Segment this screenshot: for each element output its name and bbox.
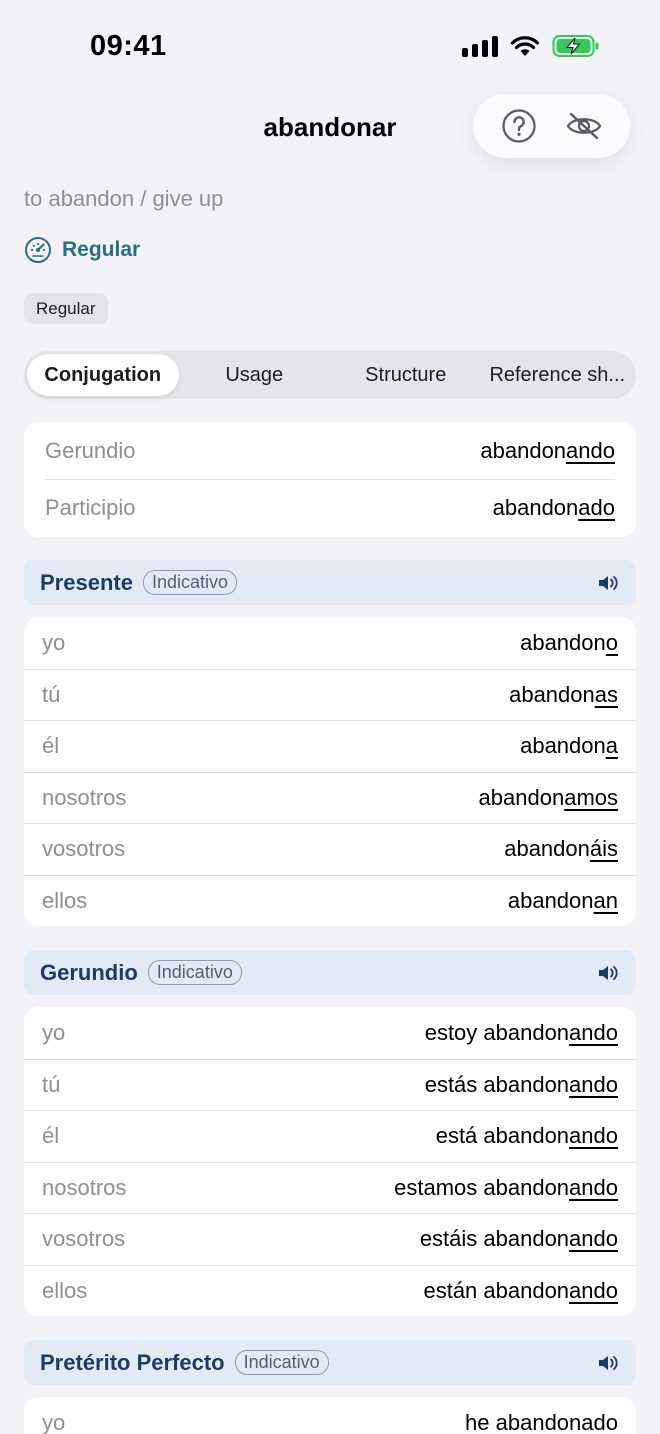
conjugation-table-presente: yo abandono tú abandonas él abandona nosotr… <box>24 617 636 926</box>
conjugation-row: tú estás abandonando <box>24 1058 636 1111</box>
conjugation-row: ellos están abandonando <box>24 1264 636 1317</box>
tab-conjugation[interactable]: Conjugation <box>27 354 179 396</box>
header-actions <box>473 94 630 158</box>
question-circle-icon <box>502 109 536 143</box>
form-value: abandonando <box>480 437 615 463</box>
conjugated-form: estáis abandonando <box>419 1226 618 1252</box>
regularity-tag: Regular <box>24 293 108 324</box>
nav-header: abandonar <box>0 90 660 166</box>
form-label: Participio <box>45 495 136 520</box>
pronoun: nosotros <box>42 1174 127 1200</box>
pronoun: él <box>42 1123 60 1149</box>
nonfinite-forms-card: Gerundio abandonando Participio abandona… <box>24 422 636 537</box>
conjugation-table-gerundio: yo estoy abandonando tú estás abandonando … <box>24 1007 636 1316</box>
form-label: Gerundio <box>45 437 136 463</box>
status-time: 09:41 <box>90 30 167 62</box>
mood-badge: Indicativo <box>142 570 237 595</box>
form-row-participio: Participio abandonado <box>45 479 615 536</box>
speaker-icon <box>599 575 618 590</box>
pronoun: él <box>42 733 60 759</box>
conjugated-form: abandono <box>520 629 618 655</box>
tense-title: Pretérito Perfecto <box>40 1349 225 1375</box>
status-icons <box>462 34 600 58</box>
pronoun: ellos <box>42 887 88 913</box>
cellular-signal-icon <box>462 35 498 57</box>
conjugated-form: estás abandonando <box>424 1071 618 1097</box>
pronoun: nosotros <box>42 784 127 810</box>
conjugated-form: abandonáis <box>504 836 618 862</box>
speaker-icon <box>599 1355 618 1370</box>
status-bar: 09:41 <box>0 0 660 90</box>
conjugation-row: yo he abandonado <box>24 1397 636 1434</box>
pronoun: yo <box>42 1019 66 1045</box>
play-audio-button[interactable] <box>596 961 620 985</box>
conjugation-row: él está abandonando <box>24 1110 636 1162</box>
play-audio-button[interactable] <box>596 1351 620 1375</box>
eye-slash-icon <box>566 112 602 140</box>
wifi-icon <box>510 36 540 56</box>
conjugation-table-preterito-perfecto: yo he abandonado <box>24 1397 636 1434</box>
verb-translation: to abandon / give up <box>24 186 224 211</box>
pronoun: yo <box>42 1409 66 1434</box>
conjugated-form: estamos abandonando <box>394 1174 618 1200</box>
conjugated-form: abandona <box>520 733 618 759</box>
tab-structure[interactable]: Structure <box>330 354 482 396</box>
conjugation-row: vosotros estáis abandonando <box>24 1213 636 1265</box>
section-tabs: Conjugation Usage Structure Reference sh… <box>24 351 636 399</box>
pronoun: tú <box>42 1071 61 1097</box>
tense-title: Presente <box>40 569 133 595</box>
tense-title: Gerundio <box>40 959 138 985</box>
conjugation-row: yo estoy abandonando <box>24 1007 636 1059</box>
conjugated-form: abandonan <box>507 887 618 913</box>
pronoun: vosotros <box>42 836 126 862</box>
conjugated-form: abandonas <box>509 681 618 707</box>
form-row-gerundio: Gerundio abandonando <box>45 422 615 479</box>
conjugation-row: yo abandono <box>24 617 636 669</box>
conjugated-form: estoy abandonando <box>424 1019 618 1045</box>
conjugation-row: nosotros estamos abandonando <box>24 1161 636 1214</box>
mood-badge: Indicativo <box>234 1350 329 1375</box>
conjugation-row: tú abandonas <box>24 668 636 721</box>
tense-header-gerundio: Gerundio Indicativo <box>24 950 636 995</box>
regularity-link[interactable]: Regular <box>24 236 140 264</box>
pronoun: tú <box>42 681 61 707</box>
mood-badge: Indicativo <box>147 960 242 985</box>
conjugated-form: abandonamos <box>478 784 618 810</box>
regularity-link-label: Regular <box>62 238 141 261</box>
help-button[interactable] <box>497 104 541 148</box>
conjugation-row: ellos abandonan <box>24 874 636 927</box>
tense-header-presente: Presente Indicativo <box>24 560 636 605</box>
tab-usage[interactable]: Usage <box>179 354 331 396</box>
conjugated-form: están abandonando <box>423 1277 618 1303</box>
conjugated-form: está abandonando <box>435 1123 618 1149</box>
gauge-icon <box>25 237 51 263</box>
pronoun: yo <box>42 629 66 655</box>
conjugation-row: nosotros abandonamos <box>24 771 636 824</box>
conjugation-row: él abandona <box>24 720 636 772</box>
conjugation-row: vosotros abandonáis <box>24 823 636 875</box>
pronoun: ellos <box>42 1277 88 1303</box>
tense-header-preterito-perfecto: Pretérito Perfecto Indicativo <box>24 1340 636 1385</box>
battery-charging-icon <box>552 35 599 57</box>
pronoun: vosotros <box>42 1226 126 1252</box>
speaker-icon <box>599 965 618 980</box>
conjugated-form: he abandonado <box>465 1409 618 1434</box>
hide-button[interactable] <box>562 104 606 148</box>
tab-reference-sheet[interactable]: Reference sh... <box>482 354 634 396</box>
play-audio-button[interactable] <box>596 571 620 595</box>
form-value: abandonado <box>492 495 615 520</box>
